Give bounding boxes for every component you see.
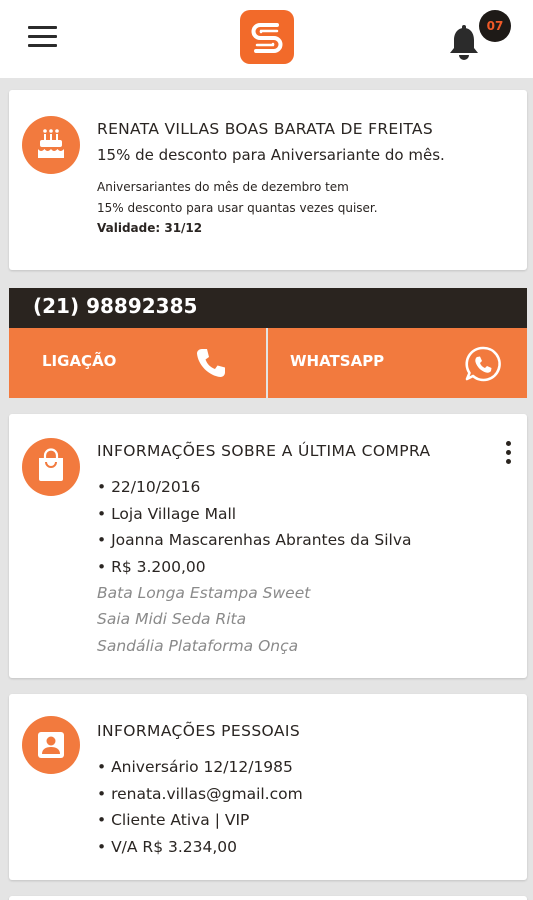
call-button[interactable]: LIGAÇÃO [9, 328, 266, 398]
notification-count-badge[interactable]: 07 [479, 10, 511, 42]
top-app-bar: 07 [0, 0, 533, 78]
person-icon [22, 716, 80, 774]
offer-validity: Validade: 31/12 [97, 221, 203, 235]
purchase-seller: • Joanna Mascarenhas Abrantes da Silva [97, 531, 412, 549]
purchase-product: Saia Midi Seda Rita [97, 610, 247, 628]
more-vertical-icon[interactable] [501, 439, 517, 469]
last-purchase-title: INFORMAÇÕES SOBRE A ÚLTIMA COMPRA [97, 442, 431, 460]
hamburger-menu-icon[interactable] [26, 24, 60, 50]
offer-details-line1: Aniversariantes do mês de dezembro tem [97, 180, 349, 194]
birthday-offer-card: RENATA VILLAS BOAS BARATA DE FREITAS 15%… [9, 90, 527, 270]
phone-number: (21) 98892385 [33, 294, 198, 318]
customer-lifetime-value: • V/A R$ 3.234,00 [97, 838, 238, 856]
customer-status: • Cliente Ativa | VIP [97, 811, 250, 829]
personal-info-title: INFORMAÇÕES PESSOAIS [97, 722, 301, 740]
purchase-date: • 22/10/2016 [97, 478, 201, 496]
purchase-total: • R$ 3.200,00 [97, 558, 206, 576]
offer-details-line2: 15% desconto para usar quantas vezes qui… [97, 201, 378, 215]
purchase-product: Bata Longa Estampa Sweet [97, 584, 311, 602]
customer-birthday: • Aniversário 12/12/1985 [97, 758, 293, 776]
purchase-store: • Loja Village Mall [97, 505, 237, 523]
whatsapp-button-label: WHATSAPP [290, 352, 385, 370]
purchase-product: Sandália Plataforma Onça [97, 637, 299, 655]
offer-headline: 15% de desconto para Aniversariante do m… [97, 146, 445, 164]
next-card [9, 896, 527, 900]
call-button-label: LIGAÇÃO [42, 352, 117, 370]
birthday-cake-icon [22, 116, 80, 174]
whatsapp-button[interactable]: WHATSAPP [268, 328, 527, 398]
personal-info-card: INFORMAÇÕES PESSOAIS • Aniversário 12/12… [9, 694, 527, 880]
whatsapp-icon [465, 346, 501, 382]
phone-bar: (21) 98892385 [9, 288, 527, 328]
last-purchase-card: INFORMAÇÕES SOBRE A ÚLTIMA COMPRA • 22/1… [9, 414, 527, 678]
s-logo-icon[interactable] [240, 10, 294, 64]
customer-email: • renata.villas@gmail.com [97, 785, 303, 803]
bell-icon[interactable] [447, 24, 481, 62]
customer-name: RENATA VILLAS BOAS BARATA DE FREITAS [97, 120, 433, 138]
shopping-bag-icon [22, 438, 80, 496]
phone-icon [197, 349, 225, 377]
